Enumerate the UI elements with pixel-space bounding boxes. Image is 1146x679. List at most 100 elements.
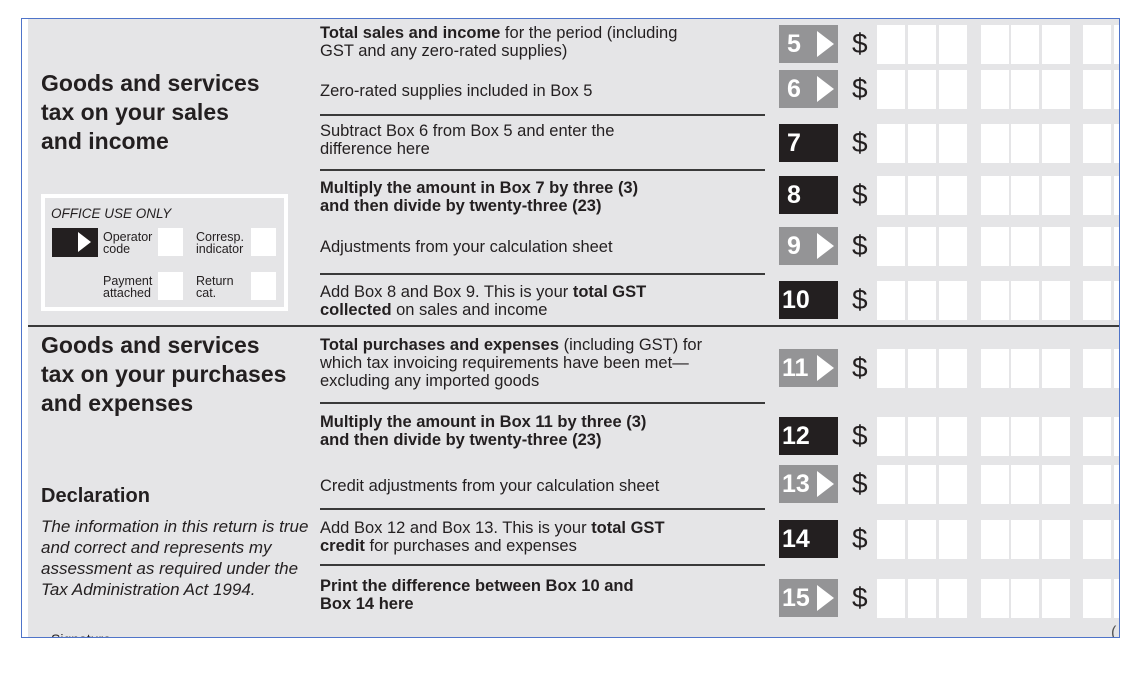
dollar-sign: $ [852, 523, 868, 554]
payment-attached-field[interactable] [158, 272, 183, 300]
box-14-digit-cell[interactable] [1083, 520, 1111, 559]
box-11-digit-cell[interactable] [877, 349, 905, 388]
dollar-sign: $ [852, 230, 868, 261]
box-6-digit-cell[interactable] [1083, 70, 1111, 109]
box-6-digit-cell[interactable] [939, 70, 967, 109]
box-11-digit-cell[interactable] [981, 349, 1009, 388]
box-10-digit-cell[interactable] [1083, 281, 1111, 320]
box-5-digit-cell[interactable] [877, 25, 905, 64]
return-cat-field[interactable] [251, 272, 276, 300]
box-10-digit-cell[interactable] [939, 281, 967, 320]
box-15-digit-cell[interactable] [1042, 579, 1070, 618]
box-10-digit-cell[interactable] [1114, 281, 1119, 320]
box-13-digit-cell[interactable] [939, 465, 967, 504]
box-8-digit-cell[interactable] [939, 176, 967, 215]
box-6-digit-cell[interactable] [1114, 70, 1119, 109]
dollar-sign: $ [852, 420, 868, 451]
box-14-digit-cell[interactable] [877, 520, 905, 559]
box-6-digit-cell[interactable] [1011, 70, 1039, 109]
box-7-digit-cell[interactable] [981, 124, 1009, 163]
box-9-digit-cell[interactable] [939, 227, 967, 266]
box-11-digit-cell[interactable] [908, 349, 936, 388]
box-number-label: 12 [782, 422, 810, 450]
box-12-digit-cell[interactable] [1083, 417, 1111, 456]
box-10-digit-cell[interactable] [908, 281, 936, 320]
box-5-digit-cell[interactable] [1114, 25, 1119, 64]
box-15-digit-cell[interactable] [1114, 579, 1119, 618]
box-14-digit-cell[interactable] [1042, 520, 1070, 559]
box-14-digit-cell[interactable] [981, 520, 1009, 559]
box-13-digit-cell[interactable] [981, 465, 1009, 504]
box-12-digit-cell[interactable] [908, 417, 936, 456]
box-9-digit-cell[interactable] [908, 227, 936, 266]
box-15-digit-cell[interactable] [908, 579, 936, 618]
box-7-digit-cell[interactable] [877, 124, 905, 163]
box-10-digit-cell[interactable] [981, 281, 1009, 320]
box-11-digit-cell[interactable] [939, 349, 967, 388]
box-8-digit-cell[interactable] [877, 176, 905, 215]
box-7-digit-cell[interactable] [939, 124, 967, 163]
box-6-digit-cell[interactable] [908, 70, 936, 109]
box-8-digit-cell[interactable] [1114, 176, 1119, 215]
box-15-digit-cell[interactable] [1083, 579, 1111, 618]
box-5-digit-cell[interactable] [981, 25, 1009, 64]
box-10-digit-cell[interactable] [877, 281, 905, 320]
declaration-text: The information in this return is true a… [41, 517, 309, 599]
operator-marker [52, 228, 98, 257]
text-run: which tax invoicing requirements have be… [320, 354, 689, 372]
box-6-digit-cell[interactable] [877, 70, 905, 109]
box-15-digit-cell[interactable] [939, 579, 967, 618]
box-12-digit-cell[interactable] [939, 417, 967, 456]
box-14-digit-cell[interactable] [939, 520, 967, 559]
box-13-digit-cell[interactable] [877, 465, 905, 504]
box-9-digit-cell[interactable] [877, 227, 905, 266]
box-15-digit-cell[interactable] [877, 579, 905, 618]
box-13-digit-cell[interactable] [1042, 465, 1070, 504]
box-7-digit-cell[interactable] [1083, 124, 1111, 163]
box-12-digit-cell[interactable] [981, 417, 1009, 456]
box-9-digit-cell[interactable] [1114, 227, 1119, 266]
box-8-digit-cell[interactable] [1083, 176, 1111, 215]
box-11-digit-cell[interactable] [1114, 349, 1119, 388]
box-9-digit-cell[interactable] [1011, 227, 1039, 266]
box-10-digit-cell[interactable] [1042, 281, 1070, 320]
text-bold-run: total GST [572, 283, 647, 301]
box-8-digit-cell[interactable] [1042, 176, 1070, 215]
box-14-digit-cell[interactable] [1011, 520, 1039, 559]
box-7-digit-cell[interactable] [908, 124, 936, 163]
box-13-digit-cell[interactable] [908, 465, 936, 504]
operator-code-field[interactable] [158, 228, 183, 256]
box-12-digit-cell[interactable] [1042, 417, 1070, 456]
box-5-digit-cell[interactable] [939, 25, 967, 64]
box-5-digit-cell[interactable] [908, 25, 936, 64]
box-9-digit-cell[interactable] [981, 227, 1009, 266]
box-6-digit-cell[interactable] [981, 70, 1009, 109]
box-12-digit-cell[interactable] [1114, 417, 1119, 456]
box-13-digit-cell[interactable] [1114, 465, 1119, 504]
box-11-digit-cell[interactable] [1011, 349, 1039, 388]
box-6-digit-cell[interactable] [1042, 70, 1070, 109]
box-15-digit-cell[interactable] [1011, 579, 1039, 618]
box-8-digit-cell[interactable] [981, 176, 1009, 215]
box-11-digit-cell[interactable] [1042, 349, 1070, 388]
box-8-digit-cell[interactable] [1011, 176, 1039, 215]
box-5-digit-cell[interactable] [1042, 25, 1070, 64]
box-9-digit-cell[interactable] [1042, 227, 1070, 266]
box-15-digit-cell[interactable] [981, 579, 1009, 618]
box-7-digit-cell[interactable] [1011, 124, 1039, 163]
box-13-digit-cell[interactable] [1083, 465, 1111, 504]
corresp-indicator-field[interactable] [251, 228, 276, 256]
box-14-digit-cell[interactable] [1114, 520, 1119, 559]
box-14-digit-cell[interactable] [908, 520, 936, 559]
box-9-digit-cell[interactable] [1083, 227, 1111, 266]
box-13-digit-cell[interactable] [1011, 465, 1039, 504]
box-7-digit-cell[interactable] [1042, 124, 1070, 163]
box-5-digit-cell[interactable] [1011, 25, 1039, 64]
box-11-digit-cell[interactable] [1083, 349, 1111, 388]
box-10-digit-cell[interactable] [1011, 281, 1039, 320]
box-8-digit-cell[interactable] [908, 176, 936, 215]
box-7-digit-cell[interactable] [1114, 124, 1119, 163]
box-12-digit-cell[interactable] [877, 417, 905, 456]
box-5-digit-cell[interactable] [1083, 25, 1111, 64]
box-12-digit-cell[interactable] [1011, 417, 1039, 456]
